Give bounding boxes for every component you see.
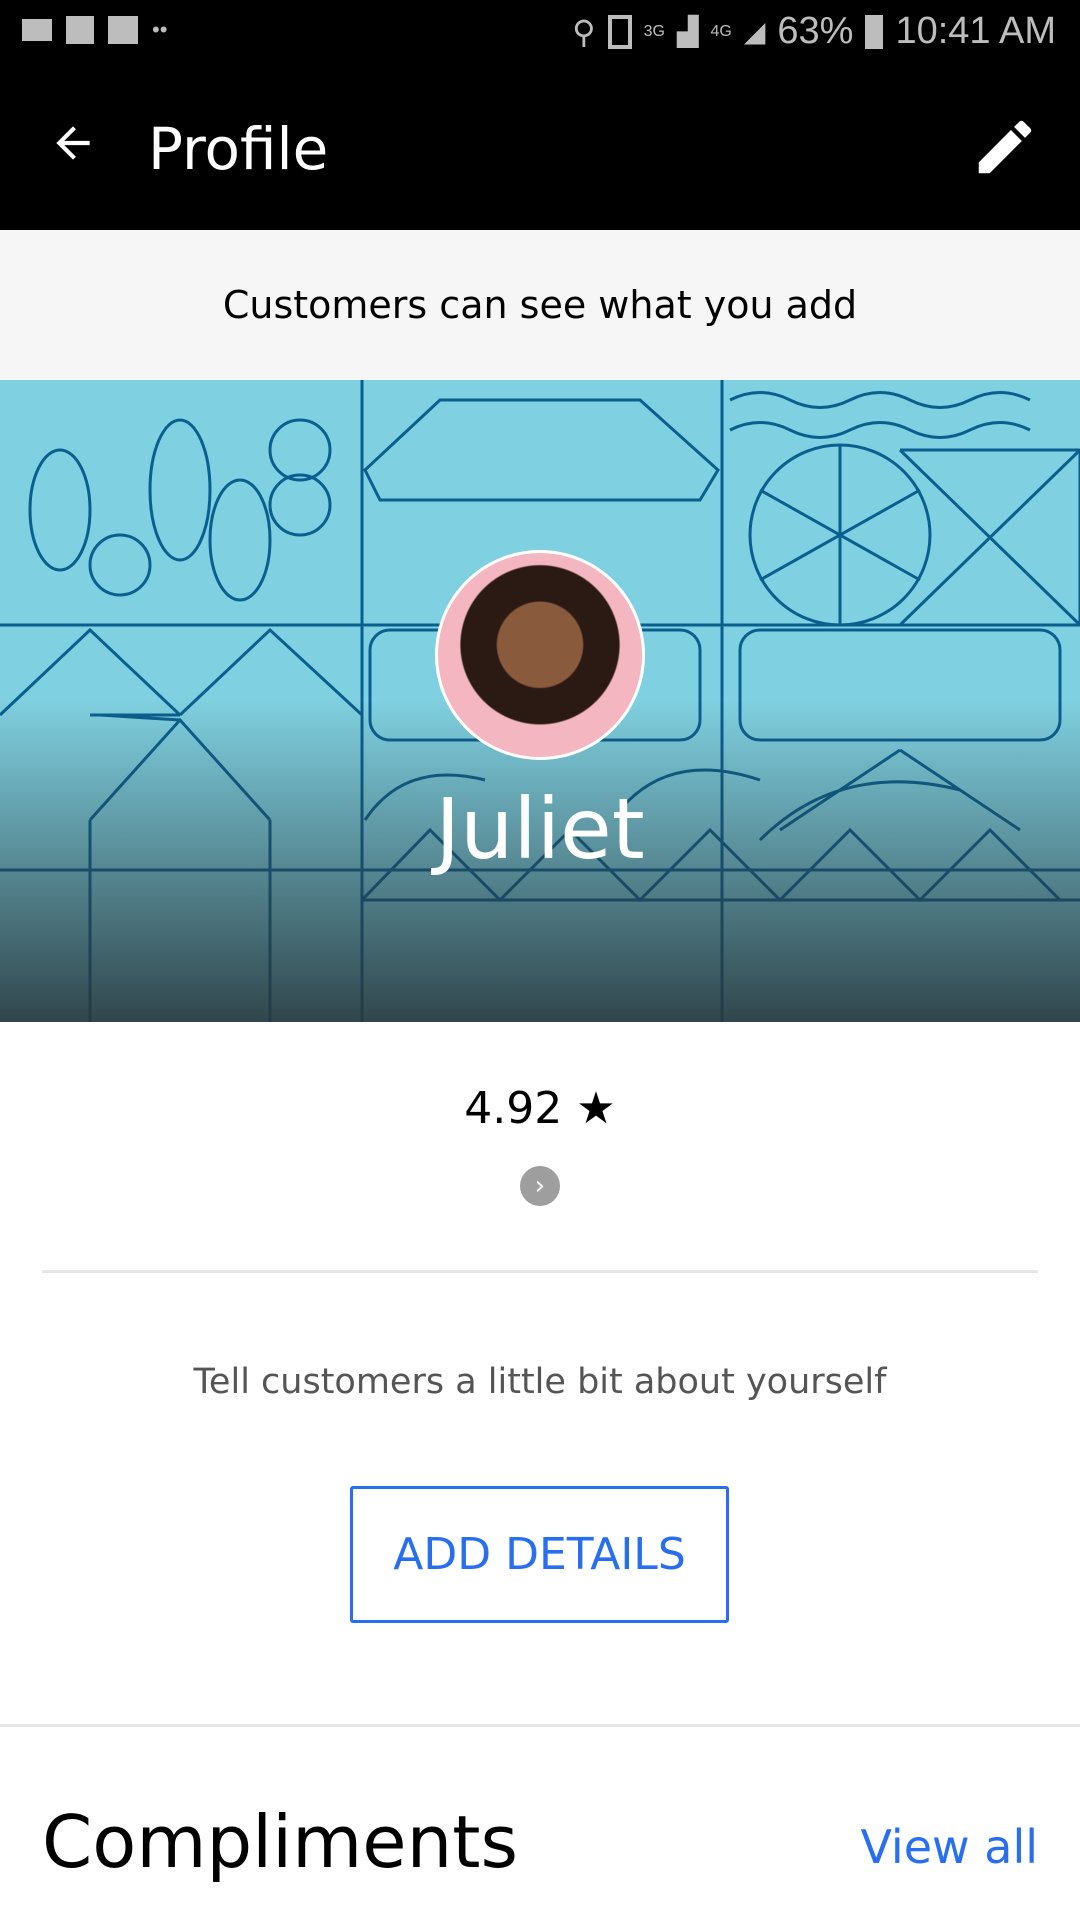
network-3g-label: 3G (643, 22, 665, 40)
profile-hero: Juliet (0, 380, 1080, 1022)
signal-icon-2: ◢ (743, 16, 766, 47)
video-icon (22, 19, 52, 41)
page-title: Profile (148, 115, 329, 183)
back-arrow-icon[interactable] (48, 118, 98, 181)
clock: 10:41 AM (895, 10, 1056, 52)
visibility-banner: Customers can see what you add (0, 230, 1080, 380)
about-prompt: Tell customers a little bit about yourse… (193, 1362, 887, 1402)
status-bar: •• ⚲ 3G ▟ 4G ◢ 63% 10:41 AM (0, 0, 1080, 66)
app-bar: Profile (0, 66, 1080, 230)
email-icon (108, 16, 138, 44)
more-notifications-icon: •• (152, 17, 168, 42)
rating-value: 4.92 (464, 1083, 563, 1134)
profile-name: Juliet (435, 780, 645, 878)
battery-percent: 63% (777, 10, 854, 52)
sim-icon (607, 14, 632, 49)
star-icon: ★ (576, 1083, 616, 1134)
compliments-heading: Compliments (42, 1800, 518, 1884)
battery-icon (865, 14, 884, 49)
avatar (435, 550, 645, 760)
signal-icon: ▟ (676, 16, 699, 47)
rating[interactable]: 4.92 ★ (0, 1083, 1080, 1134)
edit-pencil-icon[interactable] (970, 112, 1040, 182)
add-details-button[interactable]: ADD DETAILS (350, 1486, 729, 1623)
chevron-right-icon[interactable]: › (520, 1166, 560, 1206)
view-all-link[interactable]: View all (860, 1820, 1038, 1874)
message-icon (66, 16, 94, 44)
divider (0, 1724, 1080, 1727)
divider (42, 1270, 1038, 1273)
location-icon: ⚲ (572, 13, 596, 50)
network-4g-label: 4G (710, 22, 732, 40)
